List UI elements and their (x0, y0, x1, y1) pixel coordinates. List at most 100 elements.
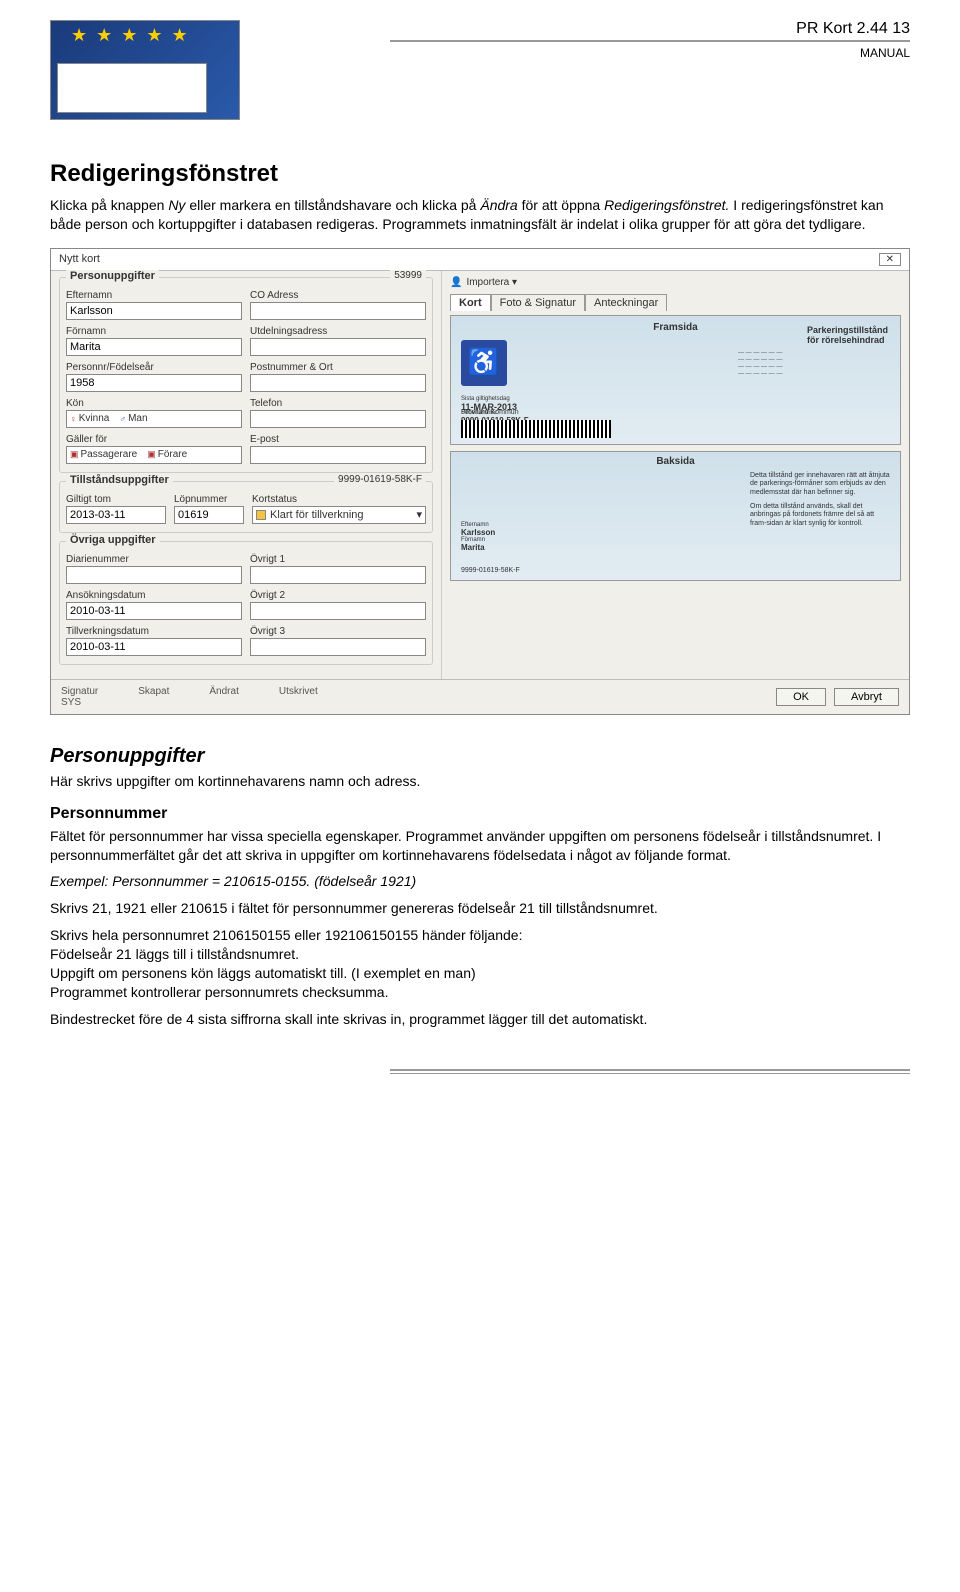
group-legend: Tillståndsuppgifter (66, 474, 173, 486)
section3-p3: Skrivs hela personnumret 2106150155 elle… (50, 926, 910, 945)
group-ovriga-uppgifter: Övriga uppgifter Diarienummer Övrigt 1 (59, 541, 433, 665)
input-utdelningsadress[interactable] (250, 338, 426, 356)
input-epost[interactable] (250, 446, 426, 464)
back-fornamn-value: Marita (461, 543, 495, 552)
input-postnummer-ort[interactable] (250, 374, 426, 392)
skapat-label: Skapat (138, 686, 169, 708)
group-legend: Övriga uppgifter (66, 534, 160, 546)
text: eller markera en tillståndshavare och kl… (185, 197, 480, 213)
input-lopnummer[interactable] (174, 506, 244, 524)
input-diarienummer[interactable] (66, 566, 242, 584)
window-footer: SignaturSYS Skapat Ändrat Utskrivet OK A… (51, 679, 909, 714)
input-ansokningsdatum[interactable] (66, 602, 242, 620)
radio-galler-for[interactable]: ▣Passagerare ▣Förare (66, 446, 242, 464)
andrat-label: Ändrat (209, 686, 238, 708)
text: Klicka på knappen (50, 197, 168, 213)
input-efternamn[interactable] (66, 302, 242, 320)
input-tillverkningsdatum[interactable] (66, 638, 242, 656)
status-color-icon (256, 510, 266, 520)
radio-kvinna[interactable]: Kvinna (79, 413, 110, 424)
back-names: Efternamn Karlsson Förnamn Marita (461, 522, 495, 552)
card-back-preview: Baksida Detta tillstånd ger innehavaren … (450, 451, 901, 581)
page-header: ★ ★ ★ ★ ★ PR Kort 2.44 13 MANUAL (50, 20, 910, 120)
footer-rule-1 (390, 1069, 910, 1071)
back-serial: 9999-01619-58K-F (461, 567, 520, 574)
input-ovrigt3[interactable] (250, 638, 426, 656)
footer-meta: SignaturSYS Skapat Ändrat Utskrivet (61, 686, 318, 708)
avbryt-button[interactable]: Avbryt (834, 688, 899, 706)
label-giltigt-tom: Giltigt tom (66, 494, 166, 505)
preview-tabs: Kort Foto & Signatur Anteckningar (450, 294, 901, 311)
tab-anteckningar[interactable]: Anteckningar (585, 294, 667, 311)
tab-foto-signatur[interactable]: Foto & Signatur (491, 294, 585, 311)
close-icon[interactable]: ✕ (879, 253, 901, 266)
front-title: Parkeringstillstånd för rörelsehindrad (807, 326, 888, 346)
label-personnr: Personnr/Födelseår (66, 362, 242, 373)
driver-icon: ▣ (147, 449, 156, 460)
text: för att öppna (518, 197, 604, 213)
label-telefon: Telefon (250, 398, 426, 409)
back-text-1: Detta tillstånd ger innehavaren rätt att… (750, 472, 890, 497)
card-front-preview: Framsida ♿ Parkeringstillstånd för rörel… (450, 315, 901, 445)
input-ovrigt1[interactable] (250, 566, 426, 584)
em-andra: Ändra (480, 197, 517, 213)
passenger-icon: ▣ (70, 449, 79, 460)
radio-kon[interactable]: ♀Kvinna ♂Man (66, 410, 242, 428)
header-rule (390, 40, 910, 42)
label-utdelningsadress: Utdelningsadress (250, 326, 426, 337)
radio-man[interactable]: Man (128, 413, 147, 424)
radio-forare[interactable]: Förare (158, 449, 187, 460)
page-footer (50, 1069, 910, 1076)
input-ovrigt2[interactable] (250, 602, 426, 620)
label-efternamn: Efternamn (66, 290, 242, 301)
group-personuppgifter: Personuppgifter 53999 Efternamn CO Adres… (59, 277, 433, 473)
label-galler-for: Gäller för (66, 434, 242, 445)
section3-p1: Fältet för personnummer har vissa specie… (50, 827, 910, 865)
label-kortstatus: Kortstatus (252, 494, 426, 505)
left-column: Personuppgifter 53999 Efternamn CO Adres… (51, 271, 441, 679)
section1-paragraph: Klicka på knappen Ny eller markera en ti… (50, 196, 910, 234)
footer-rule-2 (390, 1073, 910, 1074)
em-redfon: Redigeringsfönstret. (604, 197, 729, 213)
import-button[interactable]: 👤 Importera ▾ (450, 277, 901, 288)
logo-image: ★ ★ ★ ★ ★ (50, 20, 240, 120)
radio-passagerare[interactable]: Passagerare (81, 449, 138, 460)
group-tillstandsuppgifter: Tillståndsuppgifter 9999-01619-58K-F Gil… (59, 481, 433, 533)
eu-stars-icon: ★ ★ ★ ★ ★ (71, 25, 190, 46)
select-kortstatus[interactable]: Klart för tillverkning ▾ (252, 506, 426, 524)
input-personnr[interactable] (66, 374, 242, 392)
back-header: Baksida (451, 456, 900, 467)
utskrivet-label: Utskrivet (279, 686, 318, 708)
person-icon: 👤 (450, 277, 462, 288)
input-giltigt-tom[interactable] (66, 506, 166, 524)
front-issuer: Provlund Kommun (461, 409, 519, 416)
signatur-label: Signatur (61, 686, 98, 697)
female-icon: ♀ (70, 414, 77, 424)
group-legend: Personuppgifter (66, 270, 159, 282)
section2-paragraph: Här skrivs uppgifter om kortinnehavarens… (50, 772, 910, 791)
input-telefon[interactable] (250, 410, 426, 428)
tab-kort[interactable]: Kort (450, 294, 491, 311)
input-co-adress[interactable] (250, 302, 426, 320)
header-subtitle: MANUAL (860, 46, 910, 60)
section-heading-redigering: Redigeringsfönstret (50, 160, 910, 188)
window-title: Nytt kort (59, 253, 100, 266)
label-ovrigt2: Övrigt 2 (250, 590, 426, 601)
logo-card-sample (57, 63, 207, 113)
right-column: 👤 Importera ▾ Kort Foto & Signatur Antec… (441, 271, 909, 679)
front-date-label: Sista giltighetsdag (461, 396, 517, 402)
header-right: PR Kort 2.44 13 MANUAL (240, 20, 910, 60)
label-epost: E-post (250, 434, 426, 445)
input-fornamn[interactable] (66, 338, 242, 356)
ok-button[interactable]: OK (776, 688, 826, 706)
section3-p4: Födelseår 21 läggs till i tillståndsnumr… (50, 945, 910, 964)
front-title-2: för rörelsehindrad (807, 336, 888, 346)
label-lopnummer: Löpnummer (174, 494, 244, 505)
label-ansokningsdatum: Ansökningsdatum (66, 590, 242, 601)
front-fineprint: — — — — — —— — — — — —— — — — — —— — — —… (738, 350, 888, 379)
barcode-icon (461, 420, 611, 438)
em-ny: Ny (168, 197, 185, 213)
group-right-value: 53999 (390, 270, 426, 281)
window-titlebar: Nytt kort ✕ (51, 249, 909, 271)
kortstatus-value: Klart för tillverkning (270, 509, 364, 521)
